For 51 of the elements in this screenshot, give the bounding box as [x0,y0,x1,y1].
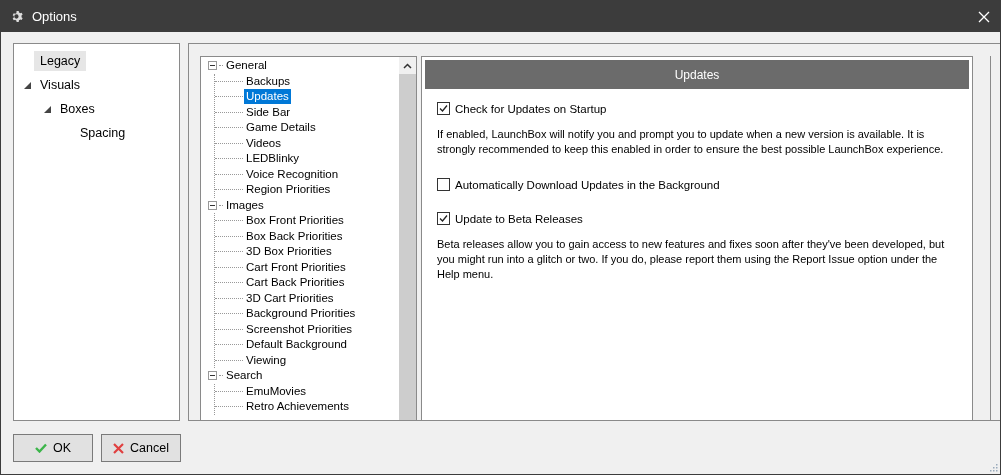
tree-group[interactable]: Search [224,368,265,384]
tree-item[interactable]: 3D Cart Priorities [244,290,336,306]
sidebar-item[interactable]: Legacy [34,51,87,71]
tree-item[interactable]: Voice Recognition [244,166,341,182]
tree-item[interactable]: LEDBlinky [244,151,302,167]
tree-item[interactable]: Updates [244,89,291,105]
collapse-icon[interactable] [208,371,217,381]
collapse-icon[interactable] [208,200,217,210]
checkbox-label[interactable]: Update to Beta Releases [455,212,583,225]
tree-item[interactable]: Box Back Priorities [244,228,345,244]
check-icon [34,443,47,453]
checkbox[interactable] [437,212,450,225]
close-icon[interactable] [978,10,990,23]
scroll-up-icon[interactable] [403,62,412,69]
cross-icon [113,442,125,454]
tree-item[interactable]: Backups [244,73,293,89]
tree-group[interactable]: Images [224,197,266,213]
collapse-icon[interactable] [208,61,217,71]
tree-item[interactable]: Screenshot Priorities [244,321,355,337]
resize-grip-icon[interactable] [988,462,998,472]
tree-item[interactable]: Background Priorities [244,306,358,322]
tree-item[interactable]: Retro Achievements [244,399,351,415]
checkbox-label[interactable]: Automatically Download Updates in the Background [455,178,720,191]
checkbox[interactable] [437,102,450,115]
setting-description: If enabled, LaunchBox will notify you and prompt you to update when a new version is available. It is strongly recommended to keep this enabled in order to ensure the best possible LaunchBox experience. [437,127,945,157]
tree-item[interactable]: 3D Box Priorities [244,244,334,260]
gear-icon [11,10,24,23]
tree-item[interactable]: Region Priorities [244,182,333,198]
checkbox-label[interactable]: Check for Updates on Startup [455,102,607,115]
tree-item[interactable]: Cart Back Priorities [244,275,347,291]
tree-item[interactable]: Game Details [244,120,318,136]
sidebar-item[interactable]: Boxes [54,99,101,119]
setting-description: Beta releases allow you to gain access to new features and fixes soon after they've been developed, but you might run into a glitch or two. If you do, please report them using the Report Issue option under the Help menu. [437,237,946,282]
tree-item[interactable]: EmuMovies [244,383,309,399]
tree-item[interactable]: Viewing [244,352,289,368]
checkbox[interactable] [437,178,450,191]
panel-header: Updates [425,60,969,89]
scrollbar[interactable] [399,57,416,420]
tree-item[interactable]: Default Background [244,337,349,353]
tree-item[interactable]: Videos [244,135,283,151]
tree-item[interactable]: Side Bar [244,104,293,120]
sidebar-item[interactable]: Visuals [34,75,87,95]
tree-item[interactable]: Box Front Priorities [244,213,346,229]
tree-item[interactable]: Cart Front Priorities [244,259,348,275]
ok-button[interactable]: OK [13,434,93,462]
expanded-arrow-icon[interactable] [23,81,31,89]
tree-group[interactable]: General [224,58,269,74]
cancel-button[interactable]: Cancel [101,434,181,462]
sidebar-item[interactable]: Spacing [74,123,132,143]
expanded-arrow-icon[interactable] [43,105,51,113]
window-title: Options [32,9,78,24]
